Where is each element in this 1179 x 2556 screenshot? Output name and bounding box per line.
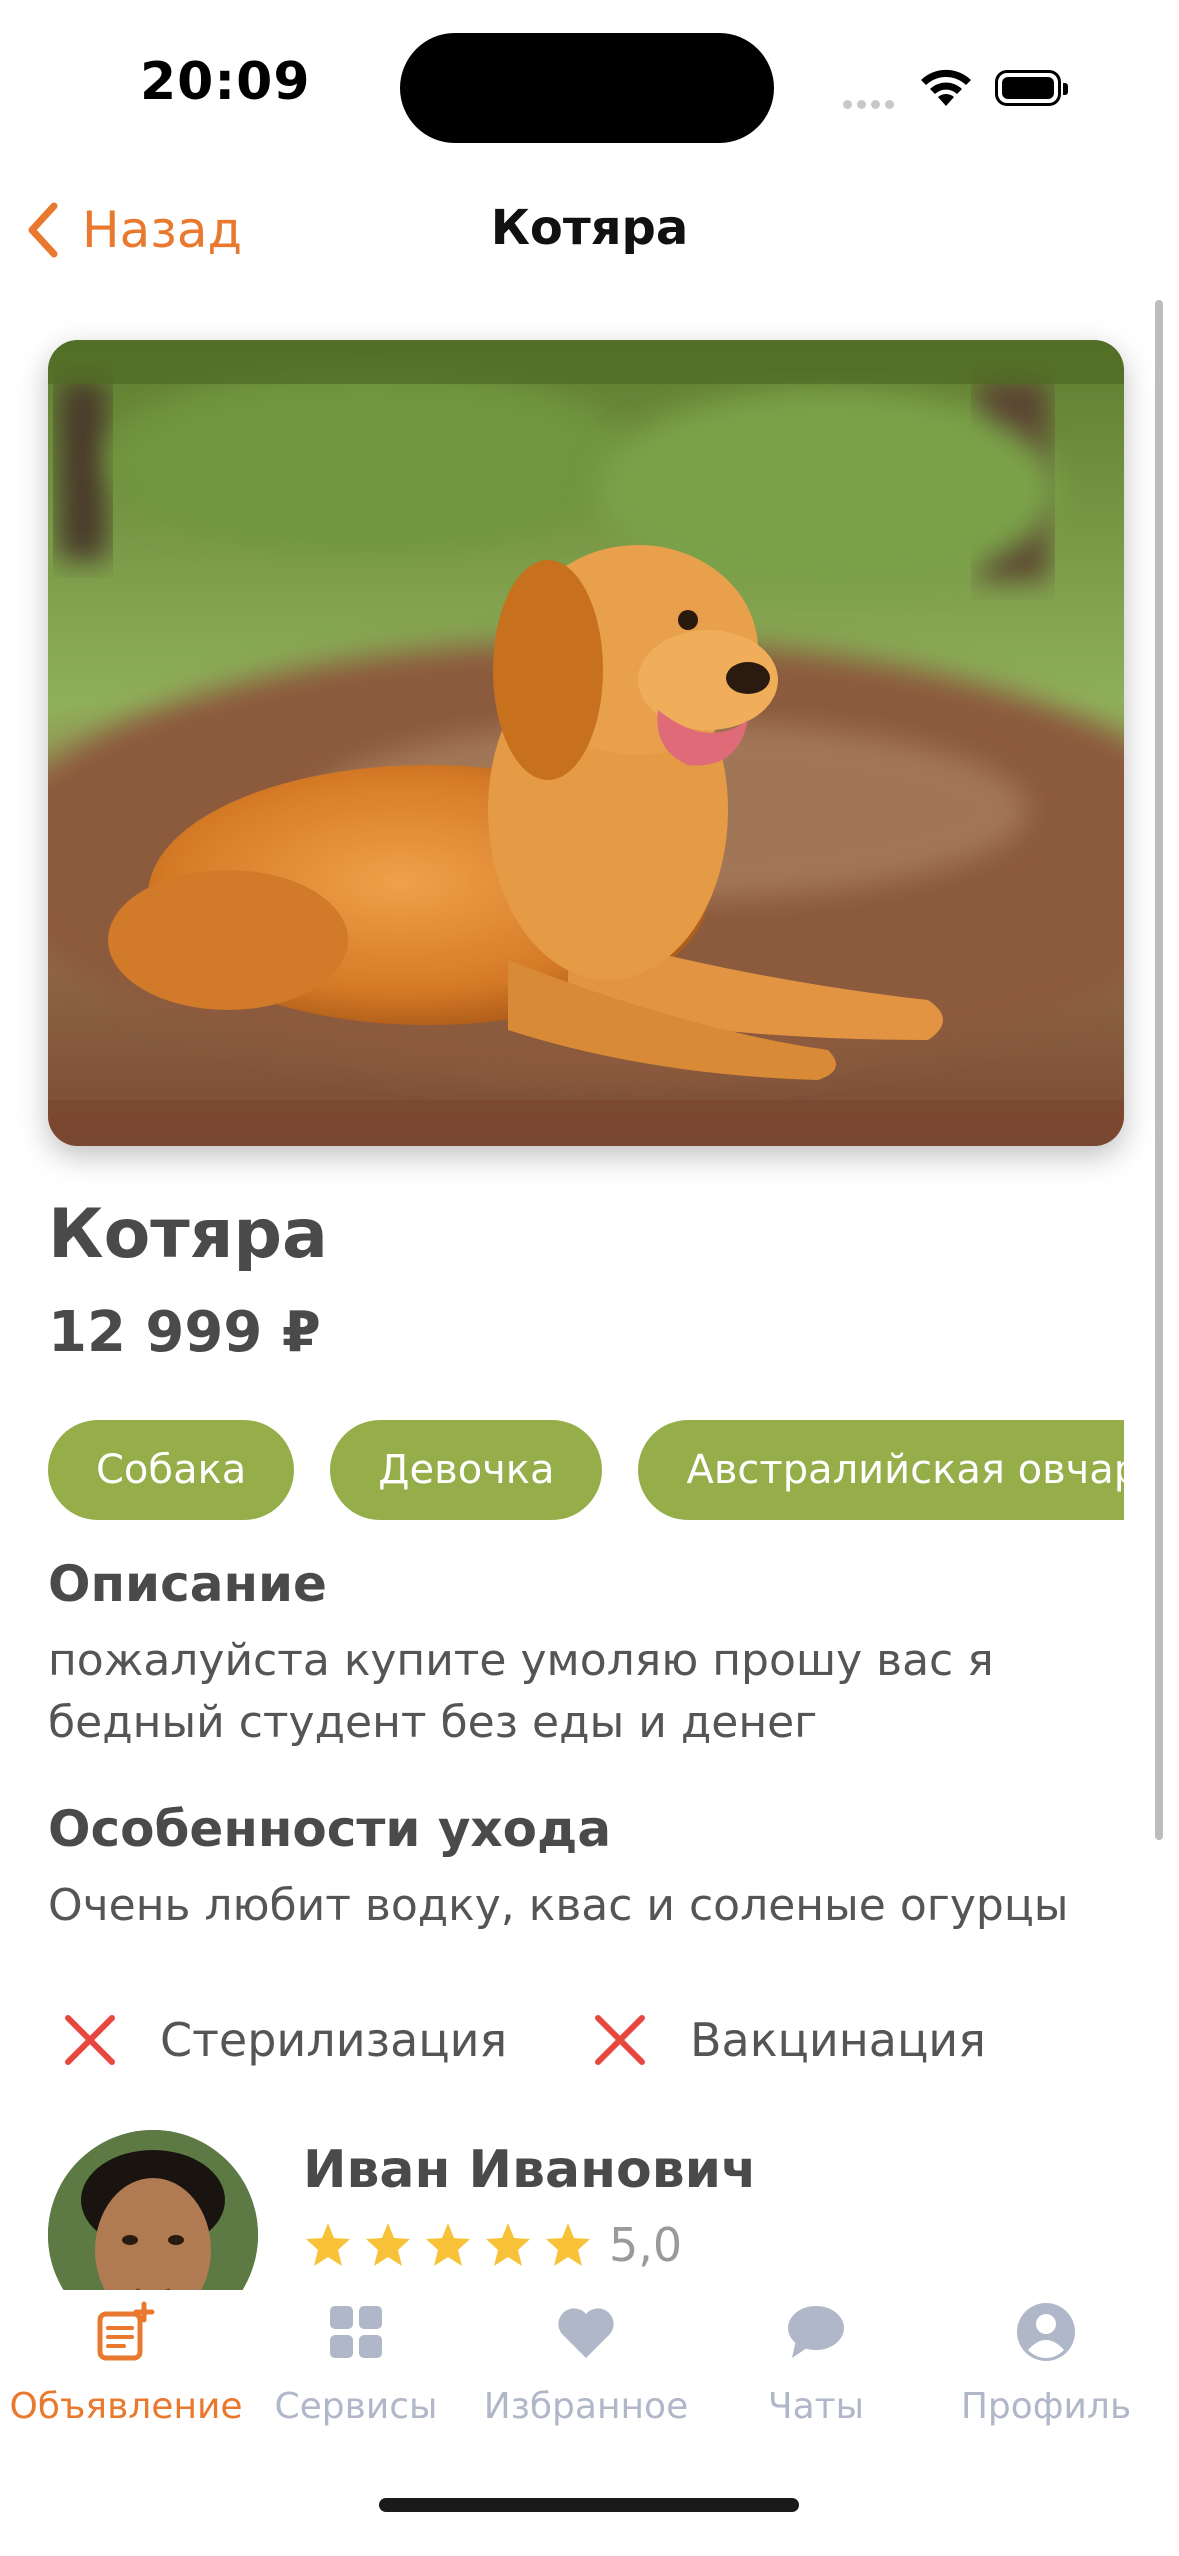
care-text: Очень любит водку, квас и соленые огурцы: [48, 1880, 1069, 1931]
tab-services[interactable]: Сервисы: [238, 2300, 474, 2427]
listing-title: Котяра: [48, 1195, 328, 1274]
sterilization-label: Стерилизация: [160, 2013, 508, 2067]
description-heading: Описание: [48, 1555, 327, 1613]
tag-breed[interactable]: Австралийская овчарка: [638, 1420, 1124, 1520]
page-title: Котяра: [490, 200, 689, 256]
care-heading: Особенности ухода: [48, 1800, 612, 1858]
star-icon: [426, 2223, 470, 2266]
tag-gender[interactable]: Девочка: [330, 1420, 603, 1520]
scroll-indicator[interactable]: [1155, 300, 1163, 1840]
star-icon: [546, 2223, 590, 2266]
listing-photo[interactable]: [48, 340, 1124, 1146]
dog-photo-image: [48, 340, 1124, 1146]
description-text: пожалуйста купите умоляю прошу вас я бед…: [48, 1635, 994, 1748]
grid-icon: [330, 2306, 382, 2358]
star-icon: [366, 2223, 410, 2266]
tab-favorites-label: Избранное: [483, 2386, 689, 2427]
cross-icon: [65, 2015, 115, 2065]
tab-profile[interactable]: Профиль: [928, 2300, 1164, 2427]
rating-value: 5,0: [609, 2218, 683, 2272]
tag-list[interactable]: Собака Девочка Австралийская овчарка: [48, 1420, 1124, 1524]
star-icon: [486, 2223, 530, 2266]
seller-card[interactable]: Иван Иванович 5,0: [48, 2130, 1128, 2340]
tag-species[interactable]: Собака: [48, 1420, 295, 1520]
sterilization-flag: Стерилизация: [60, 2010, 507, 2070]
status-bar: 20:09: [0, 0, 1179, 170]
heart-icon: [558, 2308, 614, 2358]
tab-listing[interactable]: Объявление: [8, 2300, 244, 2427]
vaccination-label: Вакцинация: [690, 2013, 986, 2067]
tab-favorites[interactable]: Избранное: [468, 2300, 704, 2427]
tab-chats-label: Чаты: [767, 2386, 865, 2427]
tab-chats[interactable]: Чаты: [698, 2300, 934, 2427]
status-time: 20:09: [140, 52, 311, 112]
listing-add-icon: [97, 2301, 155, 2361]
seller-rating: 5,0: [303, 2218, 682, 2272]
home-indicator[interactable]: [379, 2498, 799, 2512]
listing-price: 12 999 ₽: [48, 1300, 321, 1365]
tab-profile-label: Профиль: [960, 2386, 1132, 2427]
tab-bar: Объявление Сервисы Избранное Чаты Профил…: [0, 2290, 1179, 2556]
star-icon: [306, 2223, 350, 2266]
cellular-signal-icon: [843, 94, 901, 109]
tab-services-label: Сервисы: [274, 2386, 438, 2427]
tab-listing-label: Объявление: [9, 2386, 243, 2427]
profile-icon: [1017, 2303, 1075, 2361]
battery-icon: [995, 70, 1068, 106]
seller-name: Иван Иванович: [303, 2140, 757, 2200]
wifi-icon: [921, 69, 971, 106]
navigation-bar: Назад Котяра: [0, 170, 1179, 290]
vaccination-flag: Вакцинация: [590, 2010, 986, 2070]
dynamic-island: [400, 33, 774, 143]
cross-icon: [595, 2015, 645, 2065]
chat-icon: [788, 2306, 844, 2358]
